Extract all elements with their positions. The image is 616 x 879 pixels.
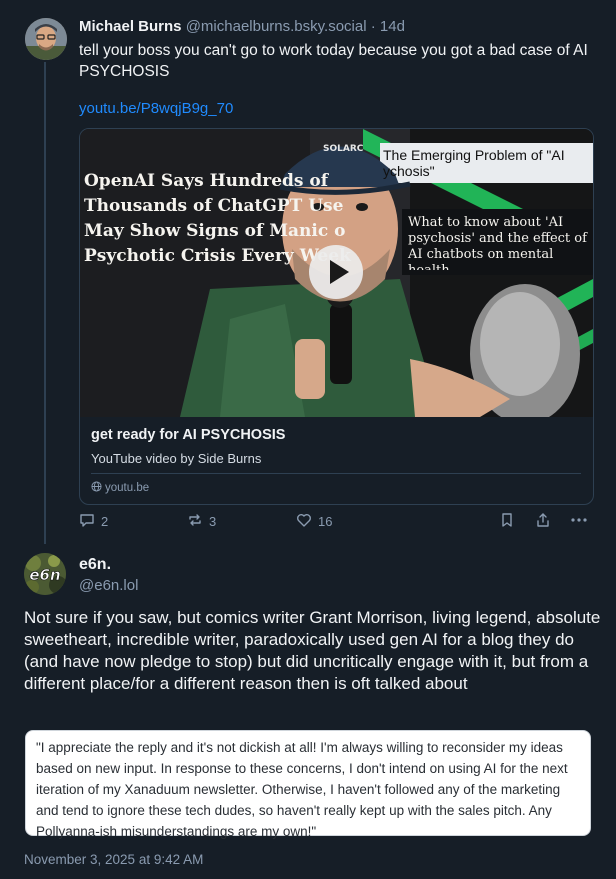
author-name[interactable]: Michael Burns bbox=[79, 18, 182, 35]
embed-description: YouTube video by Side Burns bbox=[91, 451, 262, 466]
bookmark-icon bbox=[499, 512, 515, 531]
cap-logo-text: SOLARC bbox=[323, 144, 364, 154]
bookmark-button[interactable] bbox=[499, 512, 515, 531]
post-header: Michael Burns @michaelburns.bsky.social … bbox=[79, 18, 405, 35]
more-options-button[interactable] bbox=[570, 512, 588, 531]
repost-count: 3 bbox=[209, 514, 217, 529]
avatar-text: e6n bbox=[29, 566, 60, 584]
post-actions: 2 3 16 bbox=[79, 512, 594, 534]
link-embed-card[interactable]: SOLARC OpenAI Says Hundreds of Thousands… bbox=[79, 128, 594, 505]
video-thumbnail[interactable]: SOLARC OpenAI Says Hundreds of Thousands… bbox=[80, 129, 593, 417]
avatar[interactable]: e6n bbox=[24, 553, 66, 595]
post-main[interactable]: Michael Burns @michaelburns.bsky.social … bbox=[0, 0, 616, 545]
repost-icon bbox=[187, 512, 203, 531]
thread-line bbox=[44, 62, 46, 544]
author-handle[interactable]: @michaelburns.bsky.social bbox=[186, 18, 367, 35]
embed-title[interactable]: get ready for AI PSYCHOSIS bbox=[91, 427, 285, 443]
quote-text: "I appreciate the reply and it's not dic… bbox=[36, 740, 568, 839]
embed-divider bbox=[91, 473, 581, 474]
share-button[interactable] bbox=[535, 512, 551, 531]
share-icon bbox=[535, 512, 551, 531]
embed-domain: youtu.be bbox=[91, 481, 149, 495]
post-age[interactable]: 14d bbox=[380, 18, 405, 35]
embed-domain-text: youtu.be bbox=[105, 482, 150, 494]
author-name[interactable]: e6n. bbox=[79, 556, 111, 574]
thumbnail-headline-top-right: The Emerging Problem of "AI ychosis" bbox=[383, 147, 565, 179]
meta-separator: · bbox=[370, 18, 376, 35]
reply-button[interactable]: 2 bbox=[79, 512, 108, 531]
avatar[interactable] bbox=[25, 18, 67, 60]
play-icon[interactable] bbox=[309, 245, 363, 299]
like-icon bbox=[296, 512, 312, 531]
like-count: 16 bbox=[318, 514, 333, 529]
post-link[interactable]: youtu.be/P8wqjB9g_70 bbox=[79, 100, 233, 117]
thumbnail-headline-left: OpenAI Says Hundreds of Thousands of Cha… bbox=[84, 171, 351, 266]
reply-icon bbox=[79, 512, 95, 531]
author-handle[interactable]: @e6n.lol bbox=[79, 577, 138, 594]
quote-image[interactable]: "I appreciate the reply and it's not dic… bbox=[25, 730, 591, 839]
repost-button[interactable]: 3 bbox=[187, 512, 216, 531]
post-text: Not sure if you saw, but comics writer G… bbox=[24, 608, 601, 693]
post-text: tell your boss you can't go to work toda… bbox=[79, 42, 588, 80]
more-icon bbox=[570, 512, 588, 531]
reply-count: 2 bbox=[101, 514, 109, 529]
like-button[interactable]: 16 bbox=[296, 512, 332, 531]
post-timestamp[interactable]: November 3, 2025 at 9:42 AM bbox=[24, 852, 203, 867]
thumbnail-headline-mid-right: What to know about 'AI psychosis' and th… bbox=[408, 215, 587, 270]
globe-icon bbox=[91, 481, 102, 495]
